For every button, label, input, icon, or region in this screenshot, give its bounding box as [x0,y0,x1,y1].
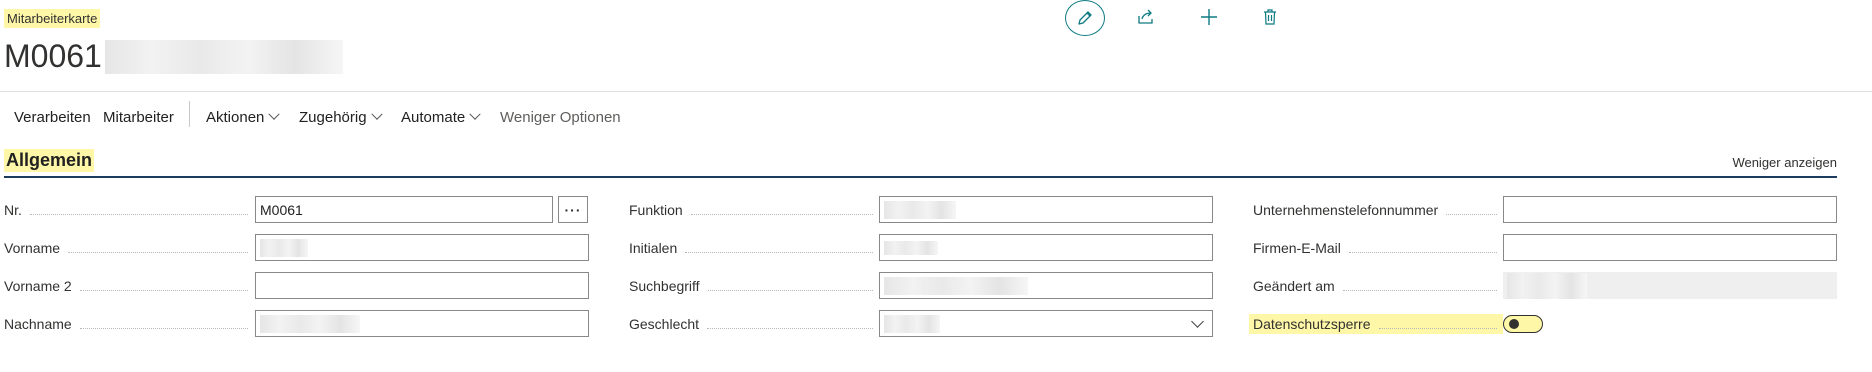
redacted-value [884,240,938,255]
action-weniger-optionen[interactable]: Weniger Optionen [500,104,621,130]
redacted-value [884,314,940,333]
delete-button[interactable] [1257,4,1283,30]
show-less-link[interactable]: Weniger anzeigen [1732,155,1837,170]
nr-value: M0061 [260,201,303,218]
label-geaendert: Geändert am [1253,276,1503,296]
add-icon [1201,9,1217,25]
label-funktion: Funktion [629,200,879,220]
nr-lookup-button[interactable]: ··· [558,196,588,223]
action-label: Automate [401,108,466,126]
new-button[interactable] [1196,4,1222,30]
action-mitarbeiter[interactable]: Mitarbeiter [103,104,174,130]
action-verarbeiten[interactable]: Verarbeiten [14,104,91,130]
chevron-down-icon [268,108,281,120]
action-label: Mitarbeiter [103,108,174,126]
redacted-value [260,238,308,257]
vorname-field[interactable] [255,234,589,261]
geaendert-field [1503,272,1837,299]
page-title: M0061 · [4,38,122,74]
chevron-down-icon [1191,315,1204,328]
edit-icon [1078,11,1092,25]
label-nachname: Nachname [4,314,254,334]
label-initialen: Initialen [629,238,879,258]
action-automate[interactable]: Automate [401,104,481,130]
edit-button[interactable] [1065,0,1105,36]
label-vorname: Vorname [4,238,254,258]
redacted-employee-name [105,40,343,74]
nr-field[interactable]: M0061 [255,196,553,223]
datenschutzsperre-toggle[interactable] [1503,315,1543,333]
initialen-field[interactable] [879,234,1213,261]
chevron-down-icon [469,108,481,120]
geschlecht-select[interactable] [879,310,1213,337]
redacted-value [884,276,1028,295]
label-nr: Nr. [4,200,254,220]
email-field[interactable] [1503,234,1837,261]
redacted-value [260,314,360,333]
actionbar-separator [189,101,190,127]
action-label: Zugehörig [299,108,367,126]
chevron-down-icon [370,108,383,120]
section-title[interactable]: Allgemein [4,149,95,172]
label-datenschutzsperre: Datenschutzsperre [1249,314,1503,334]
action-label: Weniger Optionen [500,108,621,126]
label-telefon: Unternehmenstelefonnummer [1253,200,1503,220]
action-label: Aktionen [206,108,265,126]
funktion-field[interactable] [879,196,1213,223]
suchbegriff-field[interactable] [879,272,1213,299]
telefon-field[interactable] [1503,196,1837,223]
label-geschlecht: Geschlecht [629,314,879,334]
redacted-value [1507,272,1587,299]
action-label: Verarbeiten [14,108,91,126]
redacted-value [884,200,956,219]
label-email: Firmen-E-Mail [1253,238,1503,258]
label-suchbegriff: Suchbegriff [629,276,879,296]
share-icon [1138,9,1153,24]
vorname2-field[interactable] [255,272,589,299]
actionbar-divider [0,91,1872,92]
page-caption: Mitarbeiterkarte [4,9,101,28]
delete-icon [1264,9,1276,25]
nachname-field[interactable] [255,310,589,337]
label-vorname2: Vorname 2 [4,276,254,296]
share-button[interactable] [1133,4,1159,30]
section-divider [4,176,1837,178]
action-zugehoerig[interactable]: Zugehörig [299,104,383,130]
toggle-knob [1509,319,1519,329]
action-aktionen[interactable]: Aktionen [206,104,281,130]
